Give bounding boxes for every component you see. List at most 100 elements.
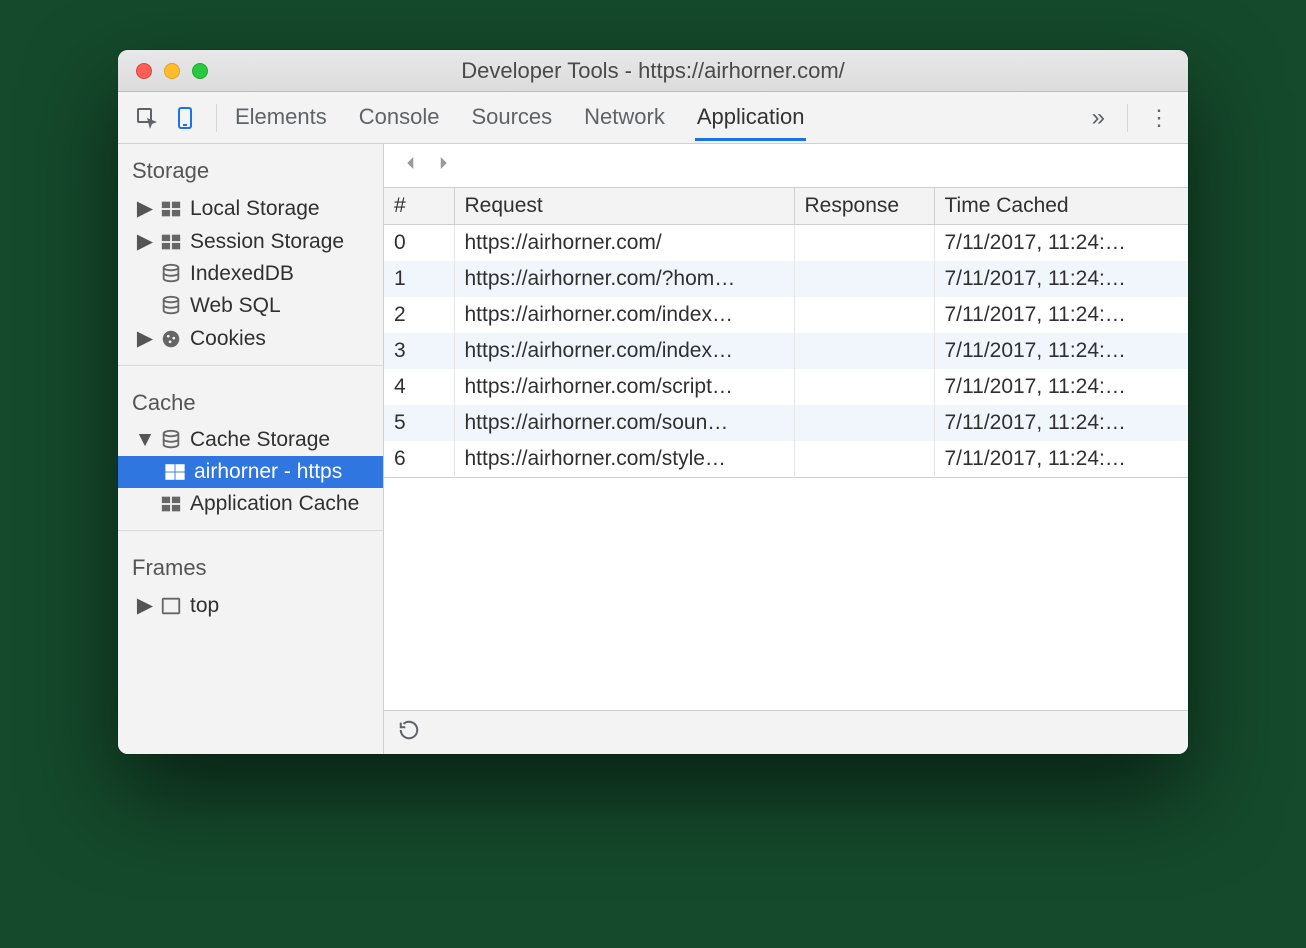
cell-num: 4 xyxy=(384,369,454,405)
titlebar: Developer Tools - https://airhorner.com/ xyxy=(118,50,1188,92)
cell-request: https://airhorner.com/ xyxy=(454,225,794,262)
table-row[interactable]: 2https://airhorner.com/index… 7/11/2017, … xyxy=(384,297,1188,333)
cell-time: 7/11/2017, 11:24:… xyxy=(934,333,1188,369)
tab-application[interactable]: Application xyxy=(695,94,807,141)
cell-num: 2 xyxy=(384,297,454,333)
table-row[interactable]: 4https://airhorner.com/script…7/11/2017,… xyxy=(384,369,1188,405)
devtools-toolbar: Elements Console Sources Network Applica… xyxy=(118,92,1188,144)
refresh-icon[interactable] xyxy=(398,719,420,746)
frame-icon xyxy=(160,595,182,617)
sidebar-item-label: Session Storage xyxy=(190,230,344,254)
table-row[interactable]: 6https://airhorner.com/style…7/11/2017, … xyxy=(384,441,1188,478)
cell-request: https://airhorner.com/soun… xyxy=(454,405,794,441)
window-title: Developer Tools - https://airhorner.com/ xyxy=(118,58,1188,84)
tabs-overflow-button[interactable]: » xyxy=(1086,104,1111,132)
panel-footer xyxy=(384,710,1188,754)
cell-request: https://airhorner.com/index… xyxy=(454,333,794,369)
minimize-window-button[interactable] xyxy=(164,63,180,79)
table-row[interactable]: 0https://airhorner.com/7/11/2017, 11:24:… xyxy=(384,225,1188,262)
cell-time: 7/11/2017, 11:24:… xyxy=(934,297,1188,333)
table-icon xyxy=(160,231,182,253)
table-icon xyxy=(164,461,186,483)
sidebar-item-label: airhorner - https xyxy=(194,460,342,484)
sidebar-item-session-storage[interactable]: ▶ Session Storage xyxy=(118,225,383,258)
table-icon xyxy=(160,198,182,220)
sidebar-item-local-storage[interactable]: ▶ Local Storage xyxy=(118,192,383,225)
inspect-element-icon[interactable] xyxy=(132,103,162,133)
cell-response xyxy=(794,225,934,262)
sidebar-item-label: Local Storage xyxy=(190,197,320,221)
window-controls xyxy=(118,63,208,79)
sidebar-item-label: IndexedDB xyxy=(190,262,294,286)
cache-storage-panel: # Request Response Time Cached 0https://… xyxy=(384,144,1188,754)
nav-forward-icon[interactable] xyxy=(434,154,452,177)
cell-response xyxy=(794,441,934,478)
sidebar-item-indexeddb[interactable]: IndexedDB xyxy=(118,258,383,290)
zoom-window-button[interactable] xyxy=(192,63,208,79)
sidebar-divider xyxy=(118,530,383,531)
cell-request: https://airhorner.com/script… xyxy=(454,369,794,405)
expand-arrow-icon: ▶ xyxy=(138,593,152,618)
table-row[interactable]: 3https://airhorner.com/index… 7/11/2017, … xyxy=(384,333,1188,369)
table-header-row: # Request Response Time Cached xyxy=(384,188,1188,225)
sidebar-section-frames: Frames xyxy=(118,541,383,589)
sidebar-item-top-frame[interactable]: ▶ top xyxy=(118,589,383,622)
close-window-button[interactable] xyxy=(136,63,152,79)
expand-arrow-icon: ▶ xyxy=(138,196,152,221)
col-header-time[interactable]: Time Cached xyxy=(934,188,1188,225)
sidebar-item-cache-storage[interactable]: ▼ Cache Storage xyxy=(118,424,383,456)
col-header-index[interactable]: # xyxy=(384,188,454,225)
table-icon xyxy=(160,493,182,515)
table-row[interactable]: 1https://airhorner.com/?hom… 7/11/2017, 1… xyxy=(384,261,1188,297)
cell-time: 7/11/2017, 11:24:… xyxy=(934,261,1188,297)
nav-toolbar xyxy=(384,144,1188,188)
sidebar-item-label: Web SQL xyxy=(190,294,281,318)
sidebar-section-storage: Storage xyxy=(118,144,383,192)
database-icon xyxy=(160,295,182,317)
panel-body: Storage ▶ Local Storage ▶ Session Storag… xyxy=(118,144,1188,754)
panel-tabs: Elements Console Sources Network Applica… xyxy=(233,94,1078,141)
cookie-icon xyxy=(160,328,182,350)
devtools-window: Developer Tools - https://airhorner.com/… xyxy=(118,50,1188,754)
sidebar-item-label: top xyxy=(190,594,219,618)
col-header-request[interactable]: Request xyxy=(454,188,794,225)
cell-time: 7/11/2017, 11:24:… xyxy=(934,225,1188,262)
cell-num: 0 xyxy=(384,225,454,262)
tab-network[interactable]: Network xyxy=(582,94,667,141)
cell-response xyxy=(794,405,934,441)
cell-response xyxy=(794,369,934,405)
cell-time: 7/11/2017, 11:24:… xyxy=(934,405,1188,441)
cell-response xyxy=(794,297,934,333)
table-row[interactable]: 5https://airhorner.com/soun…7/11/2017, 1… xyxy=(384,405,1188,441)
tab-elements[interactable]: Elements xyxy=(233,94,329,141)
tab-sources[interactable]: Sources xyxy=(469,94,554,141)
cell-request: https://airhorner.com/index… xyxy=(454,297,794,333)
sidebar-section-cache: Cache xyxy=(118,376,383,424)
expand-arrow-icon: ▶ xyxy=(138,326,152,351)
toolbar-separator xyxy=(1127,104,1128,132)
cell-time: 7/11/2017, 11:24:… xyxy=(934,441,1188,478)
col-header-response[interactable]: Response xyxy=(794,188,934,225)
sidebar-item-cookies[interactable]: ▶ Cookies xyxy=(118,322,383,355)
cell-response xyxy=(794,261,934,297)
cache-table-wrap: # Request Response Time Cached 0https://… xyxy=(384,188,1188,710)
sidebar-item-websql[interactable]: Web SQL xyxy=(118,290,383,322)
nav-back-icon[interactable] xyxy=(402,154,420,177)
cell-request: https://airhorner.com/style… xyxy=(454,441,794,478)
cache-table: # Request Response Time Cached 0https://… xyxy=(384,188,1188,478)
sidebar-item-application-cache[interactable]: Application Cache xyxy=(118,488,383,520)
cell-response xyxy=(794,333,934,369)
settings-menu-button[interactable]: ⋮ xyxy=(1144,105,1174,131)
sidebar-divider xyxy=(118,365,383,366)
collapse-arrow-icon: ▼ xyxy=(138,428,152,452)
tab-console[interactable]: Console xyxy=(357,94,442,141)
cell-num: 1 xyxy=(384,261,454,297)
expand-arrow-icon: ▶ xyxy=(138,229,152,254)
device-toolbar-icon[interactable] xyxy=(170,103,200,133)
cell-num: 3 xyxy=(384,333,454,369)
cell-request: https://airhorner.com/?hom… xyxy=(454,261,794,297)
sidebar-item-cache-entry[interactable]: airhorner - https xyxy=(118,456,383,488)
database-icon xyxy=(160,263,182,285)
database-icon xyxy=(160,429,182,451)
sidebar-item-label: Application Cache xyxy=(190,492,359,516)
